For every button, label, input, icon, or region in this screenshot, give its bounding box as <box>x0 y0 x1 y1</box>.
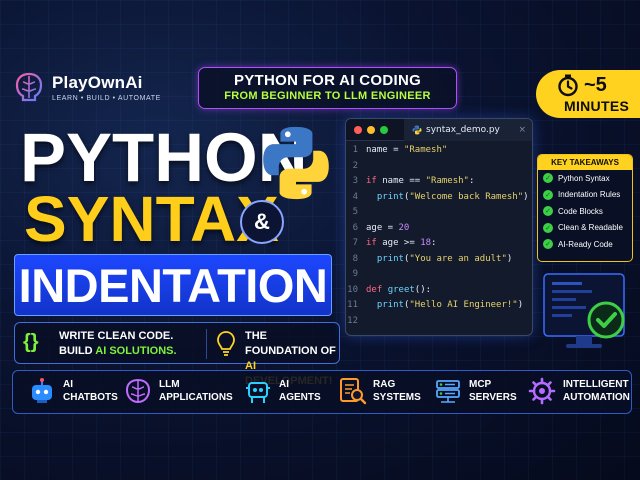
check-icon: ✓ <box>543 189 553 200</box>
check-icon: ✓ <box>543 206 553 217</box>
key-takeaways-panel: KEY TAKEAWAYS ✓ Python Syntax ✓ Indentatio… <box>537 154 633 262</box>
check-icon: ✓ <box>543 173 553 184</box>
use-case-llm-applications[interactable]: LLM APPLICATIONS <box>123 376 233 406</box>
takeaway-item: ✓ Python Syntax <box>538 170 632 187</box>
use-case-mcp-servers[interactable]: MCP SERVERS <box>433 376 517 406</box>
info-left-text: WRITE CLEAN CODE. BUILD AI SOLUTIONS. <box>59 329 177 359</box>
code-line: 5 <box>352 207 358 217</box>
banner-title: PYTHON FOR AI CODING <box>233 72 422 89</box>
check-icon: ✓ <box>543 222 553 233</box>
takeaway-item: ✓ Indentation Rules <box>538 187 632 204</box>
close-dot-icon[interactable] <box>354 126 362 134</box>
agent-robot-icon <box>246 382 270 403</box>
code-line: 1 name = "Ramesh" <box>352 145 448 155</box>
course-banner: PYTHON FOR AI CODING FROM BEGINNER TO LL… <box>198 67 457 109</box>
monitor-checkmark-icon <box>543 273 625 348</box>
use-case-ai-agents[interactable]: AI AGENTS <box>243 376 321 406</box>
code-editor-window: syntax_demo.py × 1 name = "Ramesh" 2 3 if … <box>345 118 533 336</box>
code-lines: 1 name = "Ramesh" 2 3 if name == "Ramesh":… <box>346 141 532 331</box>
info-left-line1: WRITE CLEAN CODE. <box>59 330 174 342</box>
brand-logo[interactable]: PlayOwnAi LEARN • BUILD • AUTOMATE <box>12 70 161 104</box>
server-icon <box>436 380 460 403</box>
takeaway-item: ✓ Clean & Readable <box>538 220 632 237</box>
stopwatch-icon <box>558 74 578 97</box>
code-line: 2 <box>352 160 358 171</box>
editor-tab[interactable]: syntax_demo.py × <box>404 119 532 141</box>
lightbulb-icon <box>217 331 235 356</box>
info-strip: {} WRITE CLEAN CODE. BUILD AI SOLUTIONS.… <box>14 322 340 387</box>
code-line: 3 if name == "Ramesh": <box>352 176 475 186</box>
code-line: 9 <box>352 269 358 279</box>
use-case-rag-systems[interactable]: RAG SYSTEMS <box>337 376 421 406</box>
takeaway-item: ✓ Code Blocks <box>538 203 632 220</box>
duration-badge: ~5 MINUTES <box>536 70 640 118</box>
brand-name: PlayOwnAi <box>52 72 143 92</box>
close-tab-icon[interactable]: × <box>518 119 526 141</box>
code-line: 7 if age >= 18: <box>352 238 437 248</box>
code-line: 8 print("You are an adult") <box>352 253 513 264</box>
editor-titlebar: syntax_demo.py × <box>346 119 532 141</box>
info-right-line1: THE FOUNDATION OF <box>245 330 336 357</box>
info-left-line2-highlight: AI SOLUTIONS. <box>95 345 177 357</box>
minimize-dot-icon[interactable] <box>367 126 375 134</box>
code-line: 11 print("Hello AI Engineer!") <box>347 300 524 310</box>
gear-icon <box>528 377 556 405</box>
brand-tagline: LEARN • BUILD • AUTOMATE <box>52 94 161 102</box>
check-icon: ✓ <box>543 239 553 250</box>
info-left-line2-pre: BUILD <box>59 345 96 357</box>
ampersand-badge: & <box>240 200 284 244</box>
duration-value: ~5 <box>584 74 607 96</box>
brain-icon <box>125 378 151 404</box>
info-divider <box>206 329 207 359</box>
use-cases-bar: AI CHATBOTS LLM APPLICATIONS AI AGENTS RAG S… <box>12 370 632 414</box>
headline-indentation: INDENTATION <box>14 254 332 316</box>
use-case-ai-chatbots[interactable]: AI CHATBOTS <box>27 376 118 406</box>
code-line: 6 age = 20 <box>352 222 410 233</box>
robot-icon <box>32 378 52 403</box>
banner-subtitle: FROM BEGINNER TO LLM ENGINEER <box>224 90 431 102</box>
python-file-icon <box>412 125 422 135</box>
use-case-intelligent-automation[interactable]: INTELLIGENT AUTOMATION <box>527 376 630 406</box>
code-line: 10 def greet(): <box>347 284 432 295</box>
brain-logo-icon <box>15 72 43 102</box>
takeaways-title: KEY TAKEAWAYS <box>538 155 632 170</box>
maximize-dot-icon[interactable] <box>380 126 388 134</box>
takeaway-item: ✓ AI-Ready Code <box>538 236 632 253</box>
duration-unit: MINUTES <box>564 98 630 114</box>
document-search-icon <box>340 378 367 405</box>
code-line: 4 print("Welcome back Ramesh") <box>352 191 529 202</box>
editor-filename: syntax_demo.py <box>426 125 500 135</box>
code-line: 12 <box>347 315 358 326</box>
curly-braces-icon: {} <box>23 331 39 353</box>
